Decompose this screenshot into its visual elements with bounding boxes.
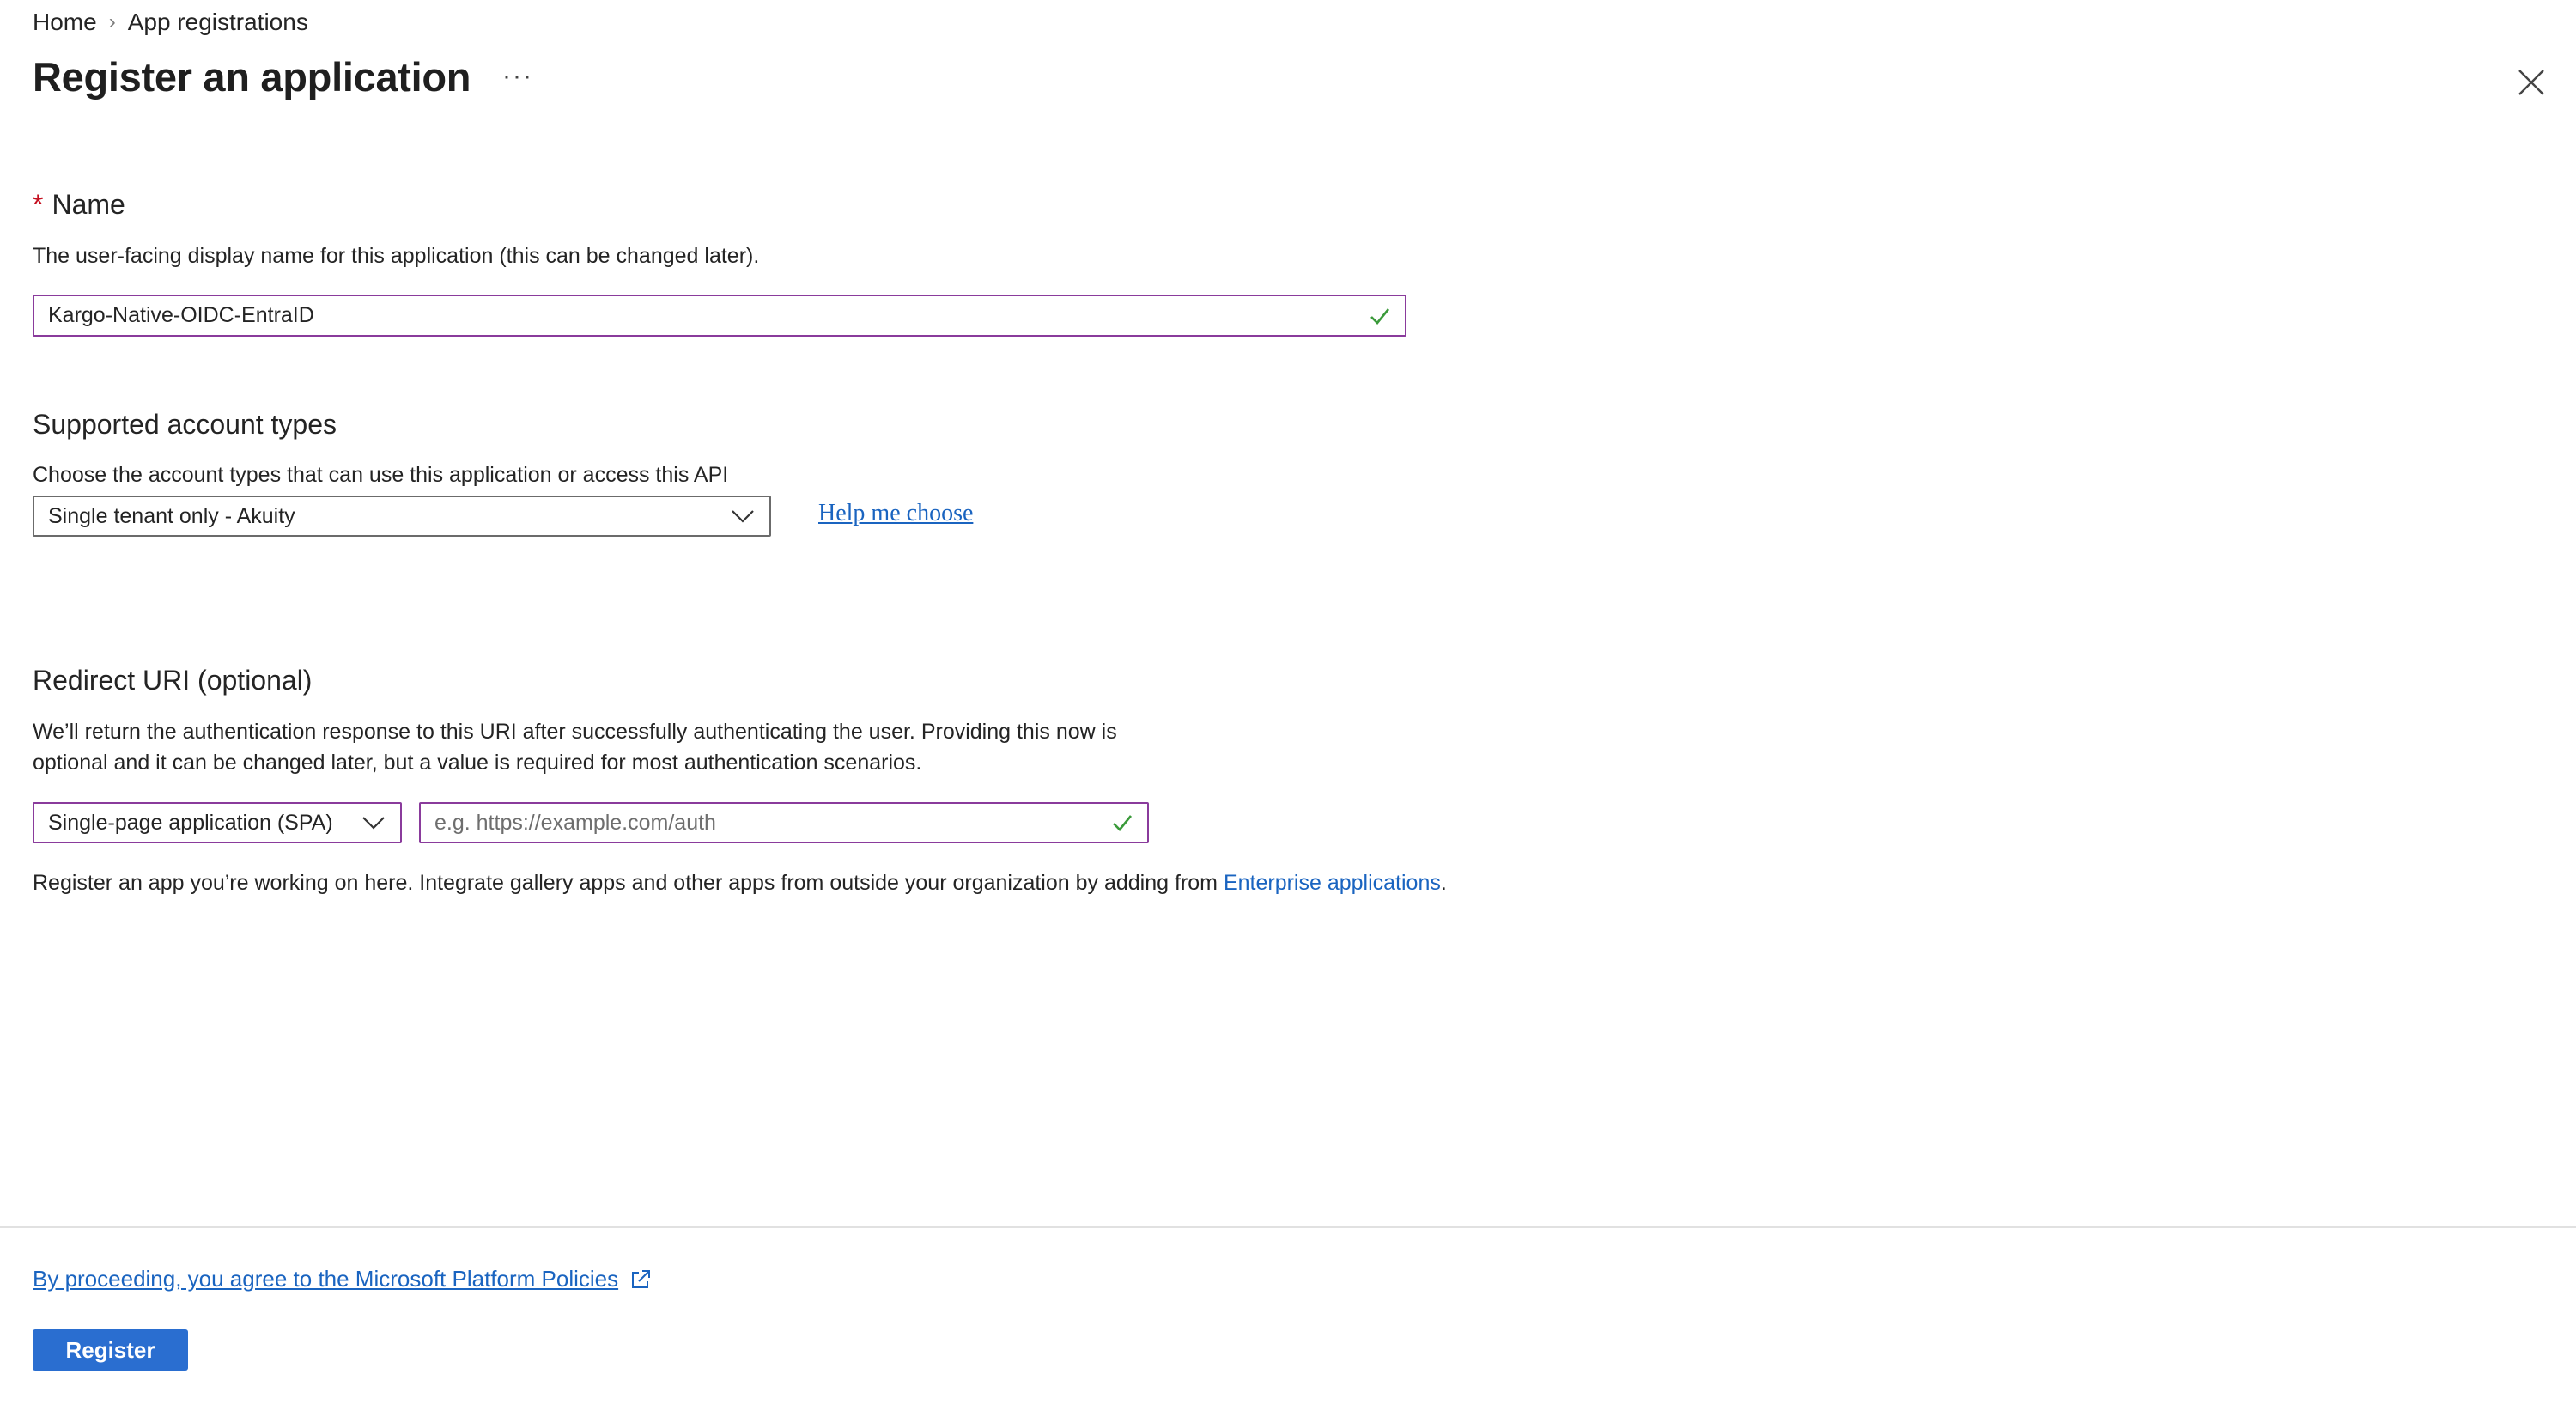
external-link-icon xyxy=(632,1269,651,1288)
platform-policies-link[interactable]: By proceeding, you agree to the Microsof… xyxy=(33,1266,653,1292)
redirect-uri-placeholder: e.g. https://example.com/auth xyxy=(434,810,716,835)
platform-dropdown[interactable]: Single-page application (SPA) xyxy=(33,802,402,843)
name-heading: * Name xyxy=(33,189,125,221)
breadcrumb: Home › App registrations xyxy=(33,9,308,36)
more-options-button[interactable]: ··· xyxy=(502,62,533,91)
account-types-description: Choose the account types that can use th… xyxy=(33,463,729,487)
name-input-value: Kargo-Native-OIDC-EntraID xyxy=(48,303,314,327)
redirect-uri-description: We’ll return the authentication response… xyxy=(33,716,1117,778)
footer-divider xyxy=(0,1226,2576,1228)
name-description: The user-facing display name for this ap… xyxy=(33,244,760,268)
breadcrumb-home[interactable]: Home xyxy=(33,9,97,36)
breadcrumb-separator: › xyxy=(108,10,116,33)
name-input[interactable]: Kargo-Native-OIDC-EntraID xyxy=(33,295,1406,337)
breadcrumb-app-registrations[interactable]: App registrations xyxy=(128,9,308,36)
account-type-dropdown[interactable]: Single tenant only - Akuity xyxy=(33,496,771,537)
register-button[interactable]: Register xyxy=(33,1329,188,1371)
platform-selected: Single-page application (SPA) xyxy=(48,810,333,835)
platform-policies-label: By proceeding, you agree to the Microsof… xyxy=(33,1266,619,1292)
account-type-selected: Single tenant only - Akuity xyxy=(48,503,295,528)
checkmark-icon xyxy=(1113,815,1133,831)
account-types-heading: Supported account types xyxy=(33,409,337,440)
redirect-description-line-2: optional and it can be changed later, bu… xyxy=(33,751,922,775)
chevron-down-icon xyxy=(732,510,754,523)
chevron-down-icon xyxy=(362,817,385,830)
close-icon[interactable] xyxy=(2516,67,2547,98)
redirect-uri-input[interactable]: e.g. https://example.com/auth xyxy=(419,802,1149,843)
checkmark-icon xyxy=(1370,307,1390,325)
name-heading-label: Name xyxy=(52,189,125,220)
required-marker: * xyxy=(33,189,44,220)
register-note: Register an app you’re working on here. … xyxy=(33,871,1447,896)
register-note-suffix: . xyxy=(1440,871,1447,895)
register-note-text: Register an app you’re working on here. … xyxy=(33,871,1224,895)
register-app-page: Home › App registrations Register an app… xyxy=(0,0,2576,1405)
redirect-description-line-1: We’ll return the authentication response… xyxy=(33,720,1117,744)
help-me-choose-link[interactable]: Help me choose xyxy=(818,500,973,527)
enterprise-applications-link[interactable]: Enterprise applications xyxy=(1224,871,1441,895)
redirect-uri-heading: Redirect URI (optional) xyxy=(33,665,313,696)
page-title: Register an application xyxy=(33,54,471,100)
